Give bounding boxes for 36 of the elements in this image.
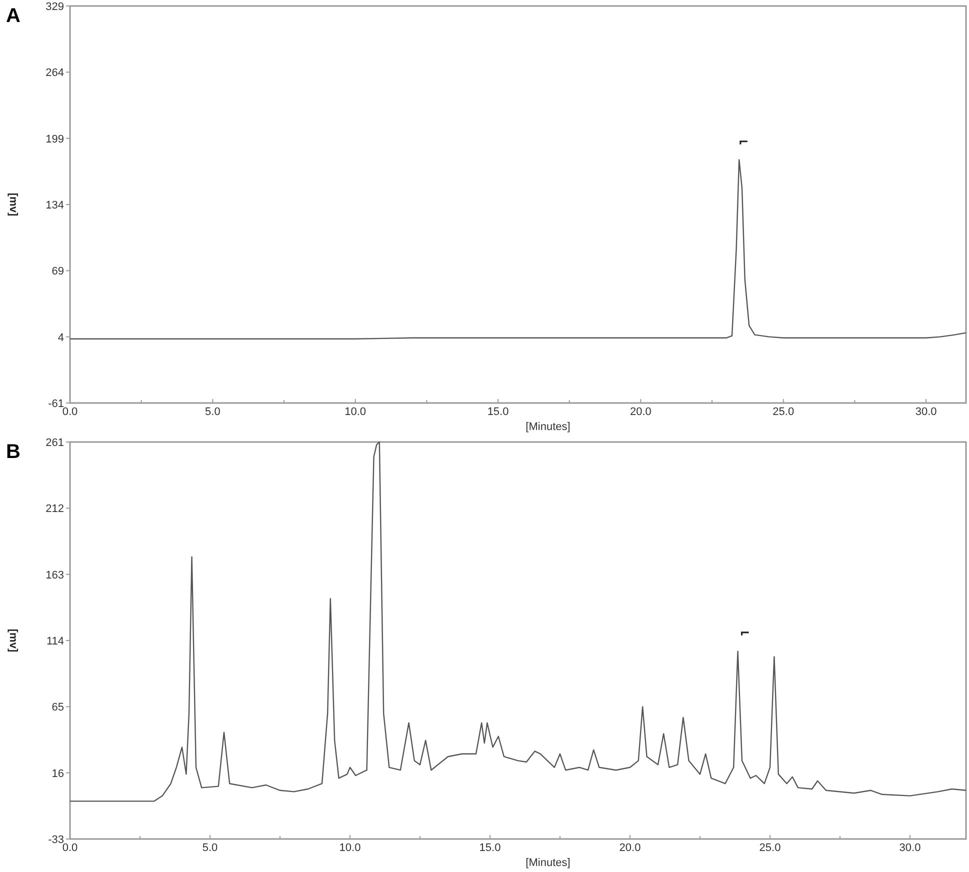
x-tick-label: 30.0 <box>899 842 921 854</box>
x-tick-label: 25.0 <box>772 406 794 418</box>
x-tick-label: 5.0 <box>205 406 220 418</box>
peak-flag-icon <box>741 632 749 636</box>
x-axis-label: [Minutes] <box>526 857 570 869</box>
y-axis-label: [mv] <box>7 628 19 652</box>
x-tick-label: 10.0 <box>339 842 361 854</box>
y-tick-label: -33 <box>48 834 64 846</box>
x-tick-label: 20.0 <box>619 842 641 854</box>
y-tick-label: 199 <box>46 133 64 146</box>
y-tick-label: 134 <box>46 200 64 212</box>
y-tick-label: 69 <box>52 266 64 278</box>
x-tick-label: 10.0 <box>344 406 366 418</box>
panel-label: B <box>6 441 20 463</box>
y-tick-label: 261 <box>46 437 64 449</box>
x-tick-label: 30.0 <box>915 406 937 418</box>
x-tick-label: 25.0 <box>759 842 781 854</box>
x-tick-label: 15.0 <box>479 842 501 854</box>
y-tick-label: 65 <box>52 702 64 714</box>
y-axis-label: [mv] <box>7 192 19 216</box>
x-tick-label: 0.0 <box>62 406 78 418</box>
y-tick-label: 4 <box>58 332 64 344</box>
panel-label: A <box>6 5 20 27</box>
x-tick-label: 20.0 <box>630 406 652 418</box>
x-axis-label: [Minutes] <box>526 421 570 433</box>
x-tick-label: 0.0 <box>62 842 78 854</box>
y-tick-label: 16 <box>52 768 64 780</box>
y-tick-label: 163 <box>46 569 64 582</box>
y-tick-label: 114 <box>46 636 64 648</box>
y-tick-label: 329 <box>46 1 64 13</box>
y-tick-label: 264 <box>46 67 64 80</box>
y-tick-label: 212 <box>46 503 64 516</box>
x-tick-label: 15.0 <box>487 406 509 418</box>
y-tick-label: -61 <box>48 398 64 410</box>
x-tick-label: 5.0 <box>202 842 218 854</box>
peak-flag-icon <box>740 140 748 144</box>
